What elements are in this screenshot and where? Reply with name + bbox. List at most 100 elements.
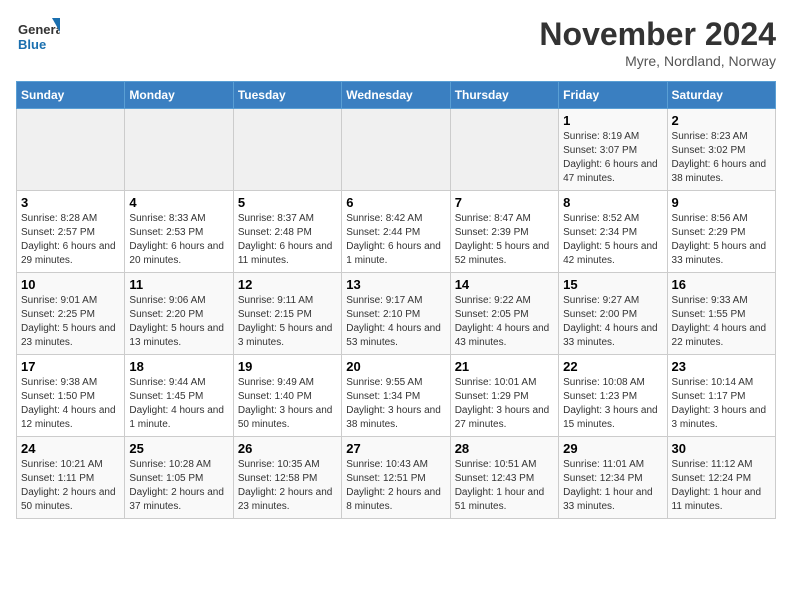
day-number: 2 xyxy=(672,113,771,128)
table-row xyxy=(450,109,558,191)
day-info: Sunrise: 10:14 AM Sunset: 1:17 PM Daylig… xyxy=(672,376,771,432)
day-info: Sunrise: 9:11 AM Sunset: 2:15 PM Dayligh… xyxy=(238,294,337,350)
day-info: Sunrise: 9:17 AM Sunset: 2:10 PM Dayligh… xyxy=(346,294,445,350)
table-row: 15 Sunrise: 9:27 AM Sunset: 2:00 PM Dayli… xyxy=(559,273,667,355)
table-row: 12 Sunrise: 9:11 AM Sunset: 2:15 PM Dayli… xyxy=(233,273,341,355)
day-number: 29 xyxy=(563,441,662,456)
day-number: 24 xyxy=(21,441,120,456)
day-number: 6 xyxy=(346,195,445,210)
table-row: 20 Sunrise: 9:55 AM Sunset: 1:34 PM Dayli… xyxy=(342,355,450,437)
day-number: 12 xyxy=(238,277,337,292)
day-number: 28 xyxy=(455,441,554,456)
day-info: Sunrise: 9:01 AM Sunset: 2:25 PM Dayligh… xyxy=(21,294,120,350)
header-friday: Friday xyxy=(559,82,667,109)
day-info: Sunrise: 9:22 AM Sunset: 2:05 PM Dayligh… xyxy=(455,294,554,350)
table-row: 23 Sunrise: 10:14 AM Sunset: 1:17 PM Dayl… xyxy=(667,355,775,437)
day-info: Sunrise: 11:01 AM Sunset: 12:34 PM Dayli… xyxy=(563,458,662,514)
day-number: 18 xyxy=(129,359,228,374)
table-row: 11Sunrise: 9:06 AM Sunset: 2:20 PM Dayli… xyxy=(125,273,233,355)
day-info: Sunrise: 9:55 AM Sunset: 1:34 PM Dayligh… xyxy=(346,376,445,432)
day-info: Sunrise: 10:28 AM Sunset: 1:05 PM Daylig… xyxy=(129,458,228,514)
day-info: Sunrise: 9:38 AM Sunset: 1:50 PM Dayligh… xyxy=(21,376,120,432)
table-row: 28 Sunrise: 10:51 AM Sunset: 12:43 PM Day… xyxy=(450,437,558,519)
day-info: Sunrise: 8:47 AM Sunset: 2:39 PM Dayligh… xyxy=(455,212,554,268)
header-thursday: Thursday xyxy=(450,82,558,109)
day-info: Sunrise: 9:49 AM Sunset: 1:40 PM Dayligh… xyxy=(238,376,337,432)
header-saturday: Saturday xyxy=(667,82,775,109)
table-row: 22 Sunrise: 10:08 AM Sunset: 1:23 PM Dayl… xyxy=(559,355,667,437)
day-number: 7 xyxy=(455,195,554,210)
day-number: 23 xyxy=(672,359,771,374)
day-info: Sunrise: 8:42 AM Sunset: 2:44 PM Dayligh… xyxy=(346,212,445,268)
table-row: 14 Sunrise: 9:22 AM Sunset: 2:05 PM Dayli… xyxy=(450,273,558,355)
table-row: 5Sunrise: 8:37 AM Sunset: 2:48 PM Daylig… xyxy=(233,191,341,273)
day-info: Sunrise: 8:52 AM Sunset: 2:34 PM Dayligh… xyxy=(563,212,662,268)
day-number: 19 xyxy=(238,359,337,374)
title-area: November 2024 Myre, Nordland, Norway xyxy=(539,16,776,69)
day-info: Sunrise: 10:01 AM Sunset: 1:29 PM Daylig… xyxy=(455,376,554,432)
table-row: 24Sunrise: 10:21 AM Sunset: 1:11 PM Dayl… xyxy=(17,437,125,519)
table-row xyxy=(233,109,341,191)
calendar-table: Sunday Monday Tuesday Wednesday Thursday… xyxy=(16,81,776,519)
day-info: Sunrise: 8:33 AM Sunset: 2:53 PM Dayligh… xyxy=(129,212,228,268)
weekday-header-row: Sunday Monday Tuesday Wednesday Thursday… xyxy=(17,82,776,109)
table-row: 10 Sunrise: 9:01 AM Sunset: 2:25 PM Dayli… xyxy=(17,273,125,355)
table-row: 9 Sunrise: 8:56 AM Sunset: 2:29 PM Daylig… xyxy=(667,191,775,273)
table-row: 13 Sunrise: 9:17 AM Sunset: 2:10 PM Dayli… xyxy=(342,273,450,355)
header-tuesday: Tuesday xyxy=(233,82,341,109)
table-row: 21 Sunrise: 10:01 AM Sunset: 1:29 PM Dayl… xyxy=(450,355,558,437)
day-number: 20 xyxy=(346,359,445,374)
day-number: 15 xyxy=(563,277,662,292)
day-number: 30 xyxy=(672,441,771,456)
table-row xyxy=(125,109,233,191)
logo: General Blue xyxy=(16,16,60,60)
day-number: 3 xyxy=(21,195,120,210)
calendar-week-row: 10 Sunrise: 9:01 AM Sunset: 2:25 PM Dayli… xyxy=(17,273,776,355)
day-number: 13 xyxy=(346,277,445,292)
month-title: November 2024 xyxy=(539,16,776,53)
day-number: 1 xyxy=(563,113,662,128)
location-subtitle: Myre, Nordland, Norway xyxy=(539,53,776,69)
table-row: 7 Sunrise: 8:47 AM Sunset: 2:39 PM Daylig… xyxy=(450,191,558,273)
day-info: Sunrise: 10:35 AM Sunset: 12:58 PM Dayli… xyxy=(238,458,337,514)
calendar-header: Sunday Monday Tuesday Wednesday Thursday… xyxy=(17,82,776,109)
day-info: Sunrise: 9:27 AM Sunset: 2:00 PM Dayligh… xyxy=(563,294,662,350)
day-number: 22 xyxy=(563,359,662,374)
table-row: 17 Sunrise: 9:38 AM Sunset: 1:50 PM Dayli… xyxy=(17,355,125,437)
header-monday: Monday xyxy=(125,82,233,109)
day-info: Sunrise: 9:06 AM Sunset: 2:20 PM Dayligh… xyxy=(129,294,228,350)
table-row: 25Sunrise: 10:28 AM Sunset: 1:05 PM Dayl… xyxy=(125,437,233,519)
day-info: Sunrise: 8:37 AM Sunset: 2:48 PM Dayligh… xyxy=(238,212,337,268)
day-info: Sunrise: 10:43 AM Sunset: 12:51 PM Dayli… xyxy=(346,458,445,514)
calendar-week-row: 1Sunrise: 8:19 AM Sunset: 3:07 PM Daylig… xyxy=(17,109,776,191)
day-info: Sunrise: 8:28 AM Sunset: 2:57 PM Dayligh… xyxy=(21,212,120,268)
calendar-week-row: 3 Sunrise: 8:28 AM Sunset: 2:57 PM Daylig… xyxy=(17,191,776,273)
day-number: 17 xyxy=(21,359,120,374)
svg-text:Blue: Blue xyxy=(18,37,46,52)
table-row: 3 Sunrise: 8:28 AM Sunset: 2:57 PM Daylig… xyxy=(17,191,125,273)
table-row: 29 Sunrise: 11:01 AM Sunset: 12:34 PM Day… xyxy=(559,437,667,519)
day-number: 9 xyxy=(672,195,771,210)
calendar-body: 1Sunrise: 8:19 AM Sunset: 3:07 PM Daylig… xyxy=(17,109,776,519)
calendar-week-row: 24Sunrise: 10:21 AM Sunset: 1:11 PM Dayl… xyxy=(17,437,776,519)
day-number: 4 xyxy=(129,195,228,210)
day-info: Sunrise: 11:12 AM Sunset: 12:24 PM Dayli… xyxy=(672,458,771,514)
table-row xyxy=(342,109,450,191)
svg-text:General: General xyxy=(18,22,60,37)
logo-svg: General Blue xyxy=(16,16,60,60)
day-number: 14 xyxy=(455,277,554,292)
day-info: Sunrise: 8:56 AM Sunset: 2:29 PM Dayligh… xyxy=(672,212,771,268)
day-info: Sunrise: 10:51 AM Sunset: 12:43 PM Dayli… xyxy=(455,458,554,514)
table-row: 18 Sunrise: 9:44 AM Sunset: 1:45 PM Dayli… xyxy=(125,355,233,437)
day-number: 27 xyxy=(346,441,445,456)
day-number: 10 xyxy=(21,277,120,292)
day-info: Sunrise: 9:44 AM Sunset: 1:45 PM Dayligh… xyxy=(129,376,228,432)
table-row: 1Sunrise: 8:19 AM Sunset: 3:07 PM Daylig… xyxy=(559,109,667,191)
day-info: Sunrise: 10:08 AM Sunset: 1:23 PM Daylig… xyxy=(563,376,662,432)
page-header: General Blue November 2024 Myre, Nordlan… xyxy=(16,16,776,69)
day-number: 21 xyxy=(455,359,554,374)
table-row: 6 Sunrise: 8:42 AM Sunset: 2:44 PM Daylig… xyxy=(342,191,450,273)
table-row: 19 Sunrise: 9:49 AM Sunset: 1:40 PM Dayli… xyxy=(233,355,341,437)
header-sunday: Sunday xyxy=(17,82,125,109)
table-row: 26Sunrise: 10:35 AM Sunset: 12:58 PM Day… xyxy=(233,437,341,519)
